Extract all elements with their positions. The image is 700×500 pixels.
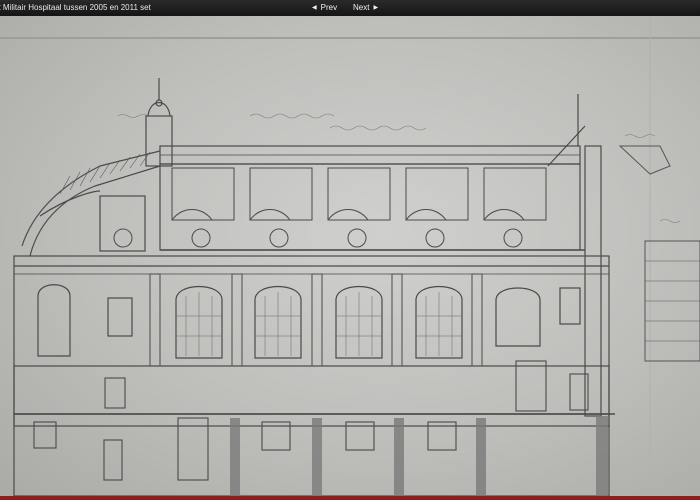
photo-viewer-topbar: et Militair Hospitaal tussen 2005 en 201… [0,0,700,17]
architectural-drawing [0,16,700,496]
triangle-right-icon: ▶ [373,5,379,11]
prev-label: Prev [320,3,338,12]
next-button[interactable]: Next ▶ [353,0,378,16]
triangle-left-icon: ◀ [312,5,317,11]
next-label: Next [353,3,370,12]
photo-set-title: et Militair Hospitaal tussen 2005 en 201… [0,3,151,12]
prev-button[interactable]: ◀ Prev [312,0,337,16]
photo-viewer-image [0,16,700,496]
bottom-accent-bar [0,496,700,500]
